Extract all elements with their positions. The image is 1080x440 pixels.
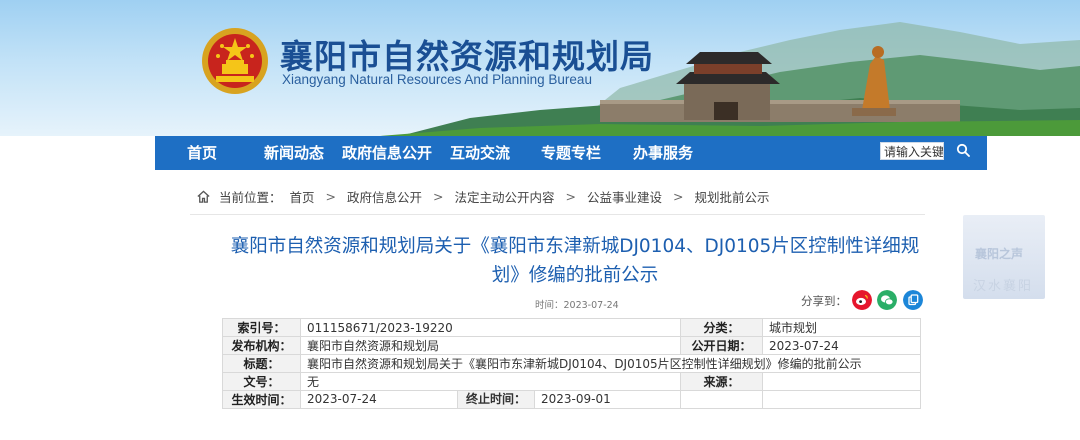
breadcrumb-planning-notice[interactable]: 规划批前公示 xyxy=(695,187,770,206)
index-number-value: 011158671/2023-19220 xyxy=(300,318,681,337)
table-row: 生效时间： 2023-07-24 终止时间： 2023-09-01 xyxy=(222,390,921,409)
category-label: 分类： xyxy=(680,318,763,337)
empty-cell xyxy=(762,390,921,409)
table-row: 标题： 襄阳市自然资源和规划局关于《襄阳市东津新城DJ0104、DJ0105片区… xyxy=(222,354,921,373)
nav-item-interaction[interactable]: 互动交流 xyxy=(450,136,510,170)
effective-date-label: 生效时间： xyxy=(222,390,301,409)
publisher-value: 襄阳市自然资源和规划局 xyxy=(300,336,681,355)
termination-date-label: 终止时间： xyxy=(458,391,535,408)
header-banner: 襄阳市自然资源和规划局 Xiangyang Natural Resources … xyxy=(0,0,1080,136)
breadcrumb-divider xyxy=(190,214,925,215)
national-emblem-icon xyxy=(202,28,268,94)
article-title: 襄阳市自然资源和规划局关于《襄阳市东津新城DJ0104、DJ0105片区控制性详… xyxy=(210,232,940,290)
document-number-value: 无 xyxy=(300,372,681,391)
nav-item-government-info[interactable]: 政府信息公开 xyxy=(342,136,432,170)
site-title: 襄阳市自然资源和规划局 xyxy=(280,37,654,76)
wechat-icon[interactable] xyxy=(877,290,897,310)
article-title-line-2: 划》修编的批前公示 xyxy=(491,265,659,286)
weibo-icon[interactable] xyxy=(852,290,872,310)
search-icon xyxy=(956,143,970,157)
breadcrumb-government-info[interactable]: 政府信息公开 xyxy=(347,187,422,206)
nav-item-news[interactable]: 新闻动态 xyxy=(264,136,324,170)
nav-item-special-topics[interactable]: 专题专栏 xyxy=(541,136,601,170)
publish-time: 时间：2023-07-24 xyxy=(535,300,619,311)
breadcrumb-statutory-disclosure[interactable]: 法定主动公开内容 xyxy=(455,187,555,206)
breadcrumb-separator: > xyxy=(433,188,444,204)
breadcrumb-public-welfare[interactable]: 公益事业建设 xyxy=(587,187,662,206)
publisher-label: 发布机构： xyxy=(222,336,301,355)
main-navigation: 首页 新闻动态 政府信息公开 互动交流 专题专栏 办事服务 xyxy=(155,136,987,170)
source-label: 来源： xyxy=(680,372,763,391)
effective-date-value: 2023-07-24 xyxy=(302,391,458,408)
widget-sub-text: 汉水襄阳 xyxy=(973,279,1034,294)
publish-date-label: 公开日期： xyxy=(680,336,763,355)
article-title-line-1: 襄阳市自然资源和规划局关于《襄阳市东津新城DJ0104、DJ0105片区控制性详… xyxy=(230,236,920,257)
nav-item-services[interactable]: 办事服务 xyxy=(633,136,693,170)
share-label: 分享到： xyxy=(801,294,847,308)
index-number-label: 索引号： xyxy=(222,318,301,337)
nav-item-home[interactable]: 首页 xyxy=(187,136,217,170)
breadcrumb: 当前位置： 首页 > 政府信息公开 > 法定主动公开内容 > 公益事业建设 > … xyxy=(196,186,770,206)
empty-cell xyxy=(680,390,763,409)
effective-termination-cell: 2023-07-24 终止时间： 2023-09-01 xyxy=(300,390,681,409)
document-meta-table: 索引号： 011158671/2023-19220 分类： 城市规划 发布机构：… xyxy=(222,318,921,409)
side-float-widget[interactable]: 襄阳之声 汉水襄阳 xyxy=(963,215,1045,299)
document-number-label: 文号： xyxy=(222,372,301,391)
home-icon xyxy=(197,189,210,203)
search-input[interactable]: 请输入关键 xyxy=(880,142,944,160)
copy-link-icon[interactable] xyxy=(903,290,923,310)
publish-date-value: 2023-07-24 xyxy=(762,336,921,355)
breadcrumb-separator: > xyxy=(565,188,577,204)
search-button[interactable] xyxy=(946,140,980,160)
breadcrumb-home[interactable]: 首页 xyxy=(290,187,315,206)
breadcrumb-prefix: 当前位置： xyxy=(219,189,282,205)
table-row: 索引号： 011158671/2023-19220 分类： 城市规划 xyxy=(222,318,921,337)
table-row: 发布机构： 襄阳市自然资源和规划局 公开日期： 2023-07-24 xyxy=(222,336,921,355)
category-value: 城市规划 xyxy=(762,318,921,337)
breadcrumb-separator: > xyxy=(673,188,684,204)
termination-date-value: 2023-09-01 xyxy=(541,392,611,406)
title-value: 襄阳市自然资源和规划局关于《襄阳市东津新城DJ0104、DJ0105片区控制性详… xyxy=(300,354,921,373)
site-title-english: Xiangyang Natural Resources And Planning… xyxy=(282,72,592,87)
table-row: 文号： 无 来源： xyxy=(222,372,921,391)
source-value xyxy=(762,372,921,391)
breadcrumb-separator: > xyxy=(325,188,337,204)
title-label: 标题： xyxy=(222,354,301,373)
widget-logo-text: 襄阳之声 xyxy=(975,247,1024,261)
